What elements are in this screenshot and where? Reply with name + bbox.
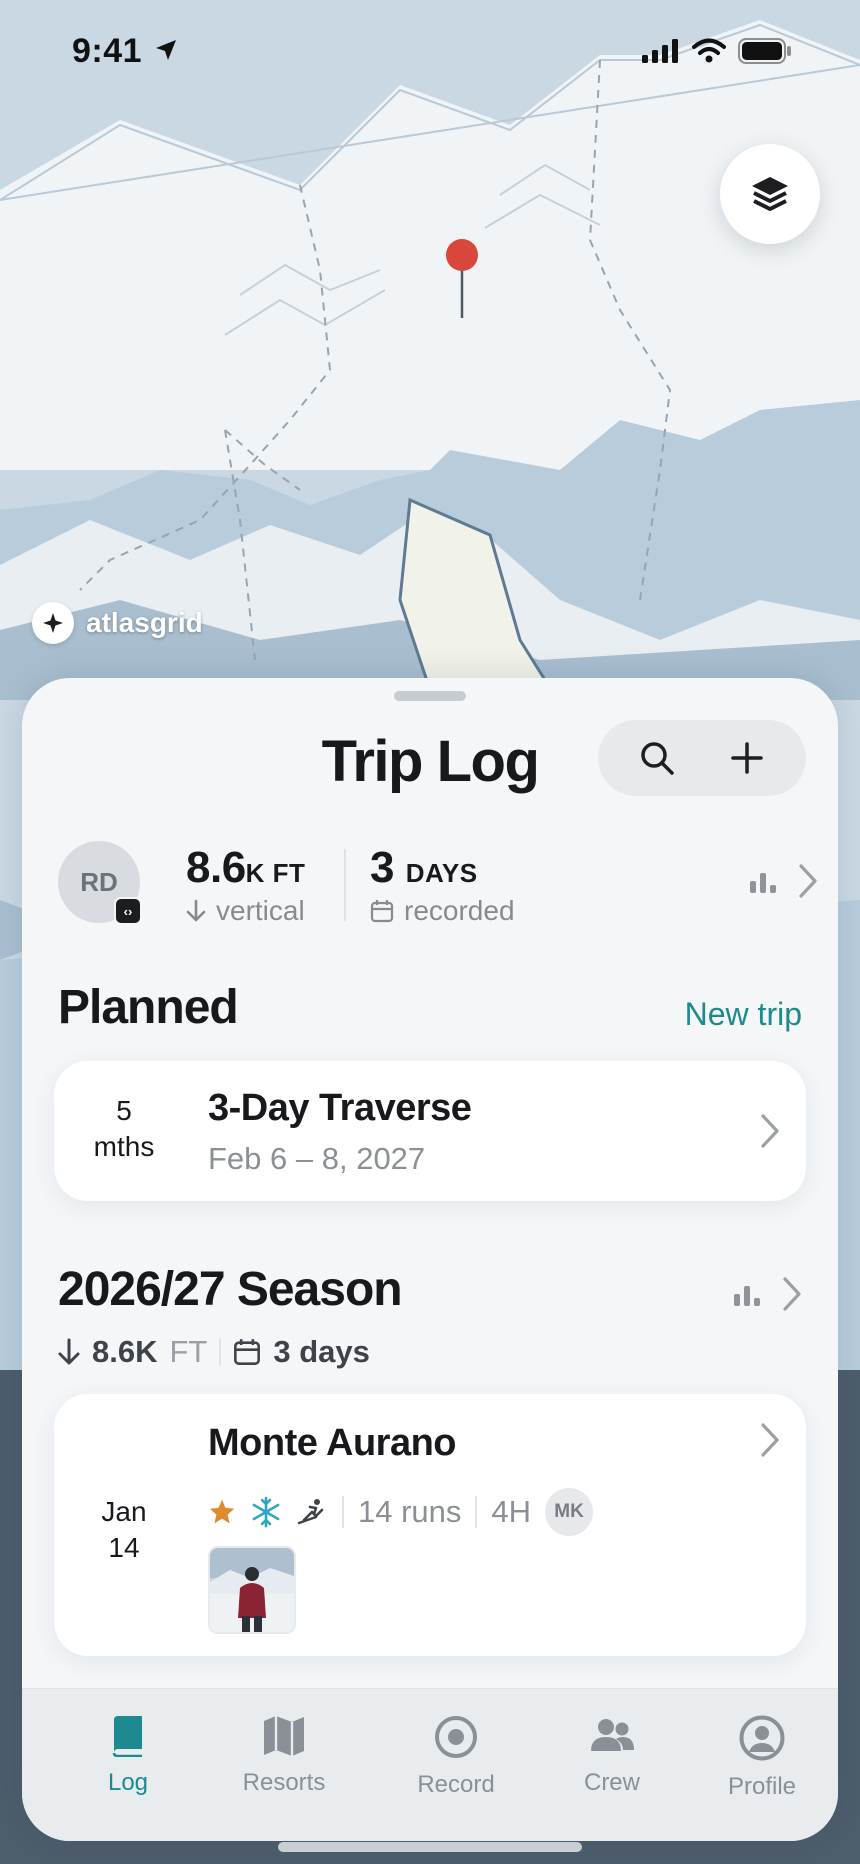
arrow-down-icon <box>58 1338 80 1365</box>
stats-actions <box>748 863 818 899</box>
header-actions <box>598 720 806 796</box>
countdown-unit: mths <box>93 1131 155 1162</box>
season-heading: 2026/27 Season <box>58 1263 403 1316</box>
brand-logo-icon <box>32 602 74 644</box>
divider <box>342 1496 344 1528</box>
search-button[interactable] <box>622 723 692 793</box>
book-icon <box>112 1716 142 1757</box>
chevron-right-icon <box>761 1114 779 1148</box>
wifi-icon <box>692 38 726 63</box>
battery-icon <box>738 38 791 64</box>
season-stats: 8.6K FT 3 days <box>58 1334 370 1370</box>
trip-dates: Feb 6 – 8, 2027 <box>208 1141 426 1176</box>
status-icons <box>642 38 792 64</box>
trip-title: Monte Aurano <box>208 1422 457 1464</box>
planned-heading: Planned <box>58 981 239 1034</box>
divider <box>475 1496 478 1528</box>
lifetime-stats[interactable]: RD ‹› 8.6K FT vertical 3 DAYS recorded <box>58 841 818 931</box>
days-value: 3 <box>370 843 394 892</box>
trip-date: Jan 14 <box>54 1494 194 1566</box>
tab-log[interactable]: Log <box>58 1715 198 1797</box>
days-unit: DAYS <box>405 858 478 888</box>
season-days: 3 days <box>273 1334 370 1369</box>
trip-duration: 4H <box>491 1494 532 1529</box>
search-icon <box>641 742 674 775</box>
tab-label: Record <box>417 1771 495 1798</box>
trip-title: 3-Day Traverse <box>208 1087 472 1129</box>
new-trip-link[interactable]: New trip <box>685 996 802 1033</box>
days-stat: 3 DAYS recorded <box>370 843 515 927</box>
brand-name: atlasgrid <box>86 607 203 638</box>
skier-icon <box>297 1499 324 1525</box>
countdown-number: 5 <box>116 1095 132 1126</box>
sheet-grabber[interactable] <box>394 691 466 701</box>
tab-crew[interactable]: Crew <box>542 1715 682 1797</box>
stats-divider <box>344 849 346 921</box>
snowflake-icon <box>252 1496 280 1528</box>
season-actions <box>732 1276 802 1312</box>
chevron-right-icon[interactable] <box>782 1276 802 1312</box>
status-time: 9:41 <box>72 32 143 70</box>
trip-meta: 14 runs 4H MK <box>208 1488 594 1536</box>
vertical-value: 8.6 <box>186 843 246 892</box>
map-attribution: atlasgrid <box>32 602 203 644</box>
trip-log-sheet: Trip Log RD ‹› 8.6K FT vertical 3 DAYS r… <box>22 678 838 1841</box>
add-trip-button[interactable] <box>712 723 782 793</box>
arrow-down-icon <box>186 899 206 922</box>
map-layers-button[interactable] <box>720 144 820 244</box>
home-indicator[interactable] <box>278 1842 582 1852</box>
bar-chart-icon[interactable] <box>748 869 778 893</box>
crew-avatar[interactable]: MK <box>545 1488 594 1536</box>
days-label: recorded <box>404 895 515 926</box>
chevron-right-icon <box>761 1423 779 1457</box>
layers-icon <box>752 177 788 211</box>
chevron-right-icon[interactable] <box>798 863 818 899</box>
trip-photo[interactable] <box>208 1546 296 1634</box>
trip-month: Jan <box>101 1496 147 1527</box>
tab-label: Crew <box>583 1769 640 1796</box>
trip-day: 14 <box>108 1532 140 1563</box>
vertical-stat: 8.6K FT vertical <box>186 843 305 927</box>
skier-photo-thumbnail <box>210 1548 294 1632</box>
tab-label: Profile <box>727 1773 797 1800</box>
people-icon <box>591 1719 634 1751</box>
tab-label: Log <box>107 1769 149 1796</box>
tab-label: Resorts <box>242 1769 326 1796</box>
calendar-icon <box>234 1339 261 1365</box>
calendar-icon <box>370 900 394 923</box>
vertical-label: vertical <box>216 895 305 926</box>
season-vertical: 8.6K <box>92 1334 158 1369</box>
season-vertical-unit: FT <box>169 1334 208 1369</box>
profile-icon <box>739 1715 785 1761</box>
plus-icon <box>731 742 763 774</box>
vertical-unit: K FT <box>245 858 306 888</box>
trip-runs: 14 runs <box>358 1494 462 1529</box>
record-icon <box>435 1716 477 1758</box>
status-bar: 9:41 <box>0 0 860 110</box>
tab-resorts[interactable]: Resorts <box>214 1715 354 1797</box>
divider <box>219 1338 222 1366</box>
trip-card[interactable]: Jan 14 Monte Aurano 14 runs 4H MK <box>54 1394 806 1656</box>
star-icon <box>209 1499 235 1524</box>
tab-profile[interactable]: Profile <box>692 1715 832 1801</box>
map-icon <box>264 1716 304 1756</box>
bar-chart-icon[interactable] <box>732 1282 762 1306</box>
code-badge-icon: ‹› <box>114 897 142 925</box>
location-arrow-icon <box>156 40 176 60</box>
planned-trip-card[interactable]: 5 mths 3-Day Traverse Feb 6 – 8, 2027 <box>54 1061 806 1201</box>
trip-countdown: 5 mths <box>54 1093 194 1165</box>
tab-record[interactable]: Record <box>386 1715 526 1799</box>
tab-bar: Log Resorts Record Crew Profile <box>22 1688 838 1841</box>
cellular-signal-icon <box>642 39 678 63</box>
